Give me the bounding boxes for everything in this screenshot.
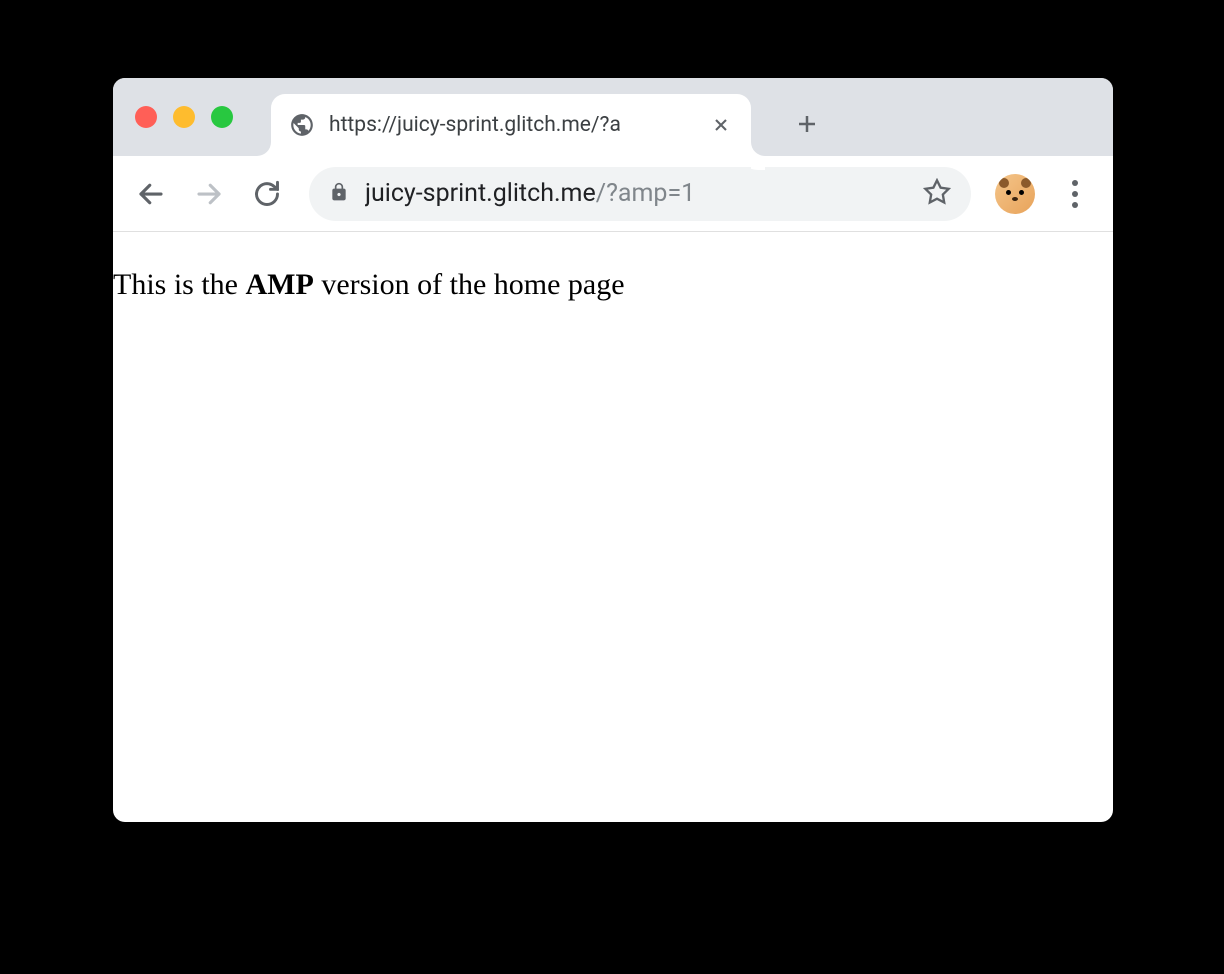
page-text-bold: AMP [246, 268, 314, 301]
globe-icon [289, 112, 315, 138]
window-controls [135, 106, 233, 128]
bookmark-star-icon[interactable] [923, 178, 951, 210]
browser-tab[interactable]: https://juicy-sprint.glitch.me/?a [271, 94, 751, 156]
url-path: /?amp=1 [596, 179, 695, 208]
close-window-button[interactable] [135, 106, 157, 128]
new-tab-button[interactable] [783, 100, 831, 148]
dog-avatar-icon [995, 174, 1035, 214]
tab-strip: https://juicy-sprint.glitch.me/?a [113, 78, 1113, 156]
kebab-menu-icon [1072, 180, 1078, 208]
lock-icon [329, 182, 349, 206]
page-text-after: version of the home page [314, 268, 625, 301]
reload-button[interactable] [243, 170, 291, 218]
back-button[interactable] [127, 170, 175, 218]
forward-button[interactable] [185, 170, 233, 218]
close-tab-button[interactable] [709, 113, 733, 137]
toolbar: juicy-sprint.glitch.me/?amp=1 [113, 156, 1113, 232]
tab-title: https://juicy-sprint.glitch.me/?a [329, 113, 701, 137]
page-text-before: This is the [113, 268, 246, 301]
maximize-window-button[interactable] [211, 106, 233, 128]
profile-avatar[interactable] [995, 174, 1035, 214]
page-content: This is the AMP version of the home page [113, 232, 1113, 302]
menu-button[interactable] [1051, 170, 1099, 218]
minimize-window-button[interactable] [173, 106, 195, 128]
address-bar[interactable]: juicy-sprint.glitch.me/?amp=1 [309, 167, 971, 221]
url-text: juicy-sprint.glitch.me/?amp=1 [365, 179, 907, 208]
url-domain: juicy-sprint.glitch.me [365, 179, 596, 208]
browser-window: https://juicy-sprint.glitch.me/?a [113, 78, 1113, 822]
